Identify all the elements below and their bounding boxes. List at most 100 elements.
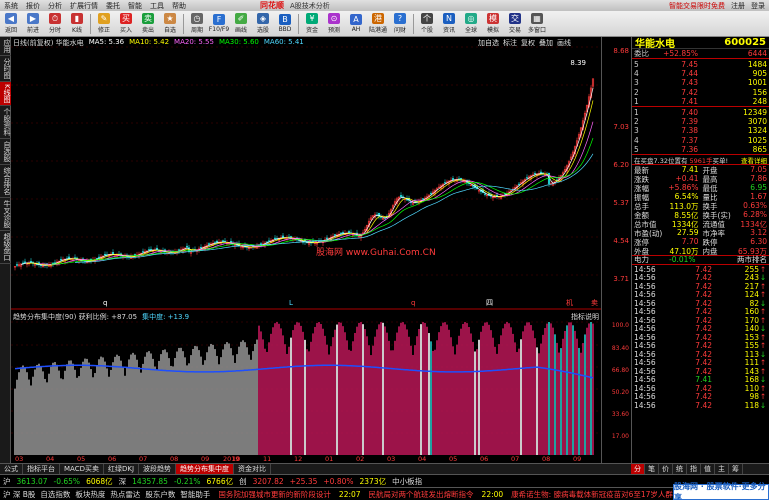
tick-list[interactable]: 14:56 7.42 255 ↑ 14:56 7.42 243 ↓ 14:56 7.42 217 ↑ 1…: [632, 264, 769, 410]
status-shortcut-0[interactable]: 沪 深 B股: [3, 489, 35, 500]
indicator-bar: [66, 364, 68, 455]
toolbar-button-3[interactable]: ▮ K线: [66, 12, 88, 36]
login-link[interactable]: 登录: [751, 1, 765, 11]
indicator-tab-1[interactable]: 指标平台: [23, 463, 60, 475]
menu-item-system[interactable]: 系统: [0, 1, 22, 11]
right-tab-2[interactable]: 价: [659, 463, 673, 475]
indicator-bar: [338, 322, 340, 455]
right-tab-6[interactable]: 主: [715, 463, 729, 475]
left-tab-5[interactable]: 综合排名: [0, 165, 11, 198]
toolbar-button-19[interactable]: N 资讯: [438, 12, 460, 36]
indicator-bar: [194, 345, 196, 455]
indicator-tab-2[interactable]: MACD买卖: [60, 463, 104, 475]
sector-rank[interactable]: 两市排名: [737, 254, 767, 265]
indicator-tab-3[interactable]: 红绿DKJ: [104, 463, 140, 475]
right-tab-4[interactable]: 指: [687, 463, 701, 475]
menu-item-smart[interactable]: 智能: [124, 1, 146, 11]
toolbar-button-8[interactable]: ◷ 周期: [186, 12, 208, 36]
sh-label[interactable]: 沪: [3, 476, 11, 487]
indicator-bar: [496, 353, 498, 455]
stat-value: 6.30: [750, 236, 767, 246]
toolbar-button-15[interactable]: A AH: [345, 12, 367, 36]
app-brand: 同花顺: [260, 1, 284, 10]
tick-notice-link[interactable]: 查看详细: [741, 155, 767, 165]
menu-item-tools[interactable]: 工具: [146, 1, 168, 11]
indicator-tab-5[interactable]: 趋势分布集中度: [176, 463, 235, 475]
toolbar-button-12[interactable]: B BBD: [274, 12, 296, 36]
toolbar-button-20[interactable]: ◎ 全球: [460, 12, 482, 36]
toolbar-button-9[interactable]: F F10/F9: [208, 12, 230, 36]
toolbar-button-label: 返回: [4, 27, 17, 34]
menu-item-analysis[interactable]: 分析: [44, 1, 66, 11]
indicator-bar: [50, 366, 52, 455]
news-item-1[interactable]: 国务院加强城市更新的新阶段设计: [218, 489, 331, 500]
kline-chart-area[interactable]: 日线(前复权) 华能水电 MA5: 5.36 MA10: 5.42 MA20: 5.…: [11, 37, 601, 463]
menu-item-extended[interactable]: 扩展行情: [66, 1, 102, 11]
toolbar-separator: [183, 13, 184, 34]
promo-link[interactable]: 智能交易限时免费: [669, 1, 725, 11]
left-tab-4[interactable]: 自选股: [0, 139, 11, 165]
toolbar-button-4[interactable]: ✎ 修正: [93, 12, 115, 36]
news-item-3[interactable]: 康希诺生物: 腺病毒载体新冠疫苗对6至17岁人群: [511, 489, 673, 500]
toolbar-button-14[interactable]: ⊙ 预测: [323, 12, 345, 36]
status-shortcut-2[interactable]: 板块热度: [75, 489, 105, 500]
left-tab-6[interactable]: 牛叉诊股: [0, 198, 11, 231]
indicator-tab-6[interactable]: 资金对比: [234, 463, 272, 475]
toolbar-button-0[interactable]: ◀ 返回: [0, 12, 22, 36]
menu-item-trade[interactable]: 委托: [102, 1, 124, 11]
toolbar-button-17[interactable]: ? 问财: [389, 12, 411, 36]
indicator-bar: [326, 344, 328, 455]
toolbar-button-21[interactable]: 模模拟: [482, 12, 504, 36]
sector-name[interactable]: 电力: [634, 254, 649, 265]
right-tab-7[interactable]: 筹: [729, 463, 743, 475]
toolbar-button-13[interactable]: ¥ 资金: [301, 12, 323, 36]
right-tab-3[interactable]: 统: [673, 463, 687, 475]
indicator-bar: [226, 342, 228, 455]
left-tab-1[interactable]: 分时图: [0, 56, 11, 82]
toolbar-button-2[interactable]: ⏱ 分时: [44, 12, 66, 36]
app-subtitle: A股技术分析: [290, 1, 330, 10]
toolbar-button-7[interactable]: ★ 自选: [159, 12, 181, 36]
tick-direction-icon: ↓: [759, 400, 767, 410]
toolbar-button-10[interactable]: ✐ 画线: [230, 12, 252, 36]
toolbar-button-1[interactable]: ▶ 前进: [22, 12, 44, 36]
right-tab-5[interactable]: 值: [701, 463, 715, 475]
left-tab-2[interactable]: K线图: [0, 82, 11, 106]
register-link[interactable]: 注册: [731, 1, 745, 11]
toolbar-button-5[interactable]: 买买入: [115, 12, 137, 36]
menu-item-help[interactable]: 帮助: [168, 1, 190, 11]
right-tab-0[interactable]: 分: [631, 463, 645, 475]
news-item-2[interactable]: 民航局对两个航班发出熔断指令: [369, 489, 474, 500]
status-shortcut-5[interactable]: 智能助手: [180, 489, 210, 500]
toolbar-button-11[interactable]: ◈ 选股: [252, 12, 274, 36]
order-book-row: 1 7.40 12349: [632, 107, 769, 117]
sme-index-label[interactable]: 中小板指: [392, 476, 422, 487]
toolbar-button-6[interactable]: 卖卖出: [137, 12, 159, 36]
left-tab-7[interactable]: 超级盘口: [0, 231, 11, 264]
indicator-tab-4[interactable]: 波段趋势: [139, 463, 177, 475]
status-shortcut-1[interactable]: 自选指数: [40, 489, 70, 500]
cy-label[interactable]: 创: [239, 476, 247, 487]
indicator-bar: [544, 328, 546, 455]
toolbar-button-23[interactable]: ▦ 多窗口: [526, 12, 548, 36]
menu-item-quote[interactable]: 报价: [22, 1, 44, 11]
status-shortcut-3[interactable]: 热点雷达: [110, 489, 140, 500]
indicator-bar: [328, 354, 330, 455]
toolbar-button-18[interactable]: 个个股: [416, 12, 438, 36]
left-tab-0[interactable]: 应用: [0, 37, 11, 56]
indicator-bar: [584, 334, 586, 455]
indicator-bar: [446, 324, 448, 455]
toolbar-button-16[interactable]: 港陆港通: [367, 12, 389, 36]
left-tab-3[interactable]: 个股资料: [0, 106, 11, 139]
toolbar-button-22[interactable]: 交交易: [504, 12, 526, 36]
indicator-tab-0[interactable]: 公式: [0, 463, 23, 475]
sz-label[interactable]: 深: [119, 476, 127, 487]
chart-marker: 机: [566, 298, 573, 307]
indicator-bar: [582, 343, 584, 455]
indicator-bar: [452, 346, 454, 455]
indicator-bar: [94, 373, 96, 455]
status-shortcut-4[interactable]: 股东户数: [145, 489, 175, 500]
right-tab-1[interactable]: 笔: [645, 463, 659, 475]
indicator-bar: [106, 368, 108, 455]
indicator-bar: [276, 322, 278, 455]
